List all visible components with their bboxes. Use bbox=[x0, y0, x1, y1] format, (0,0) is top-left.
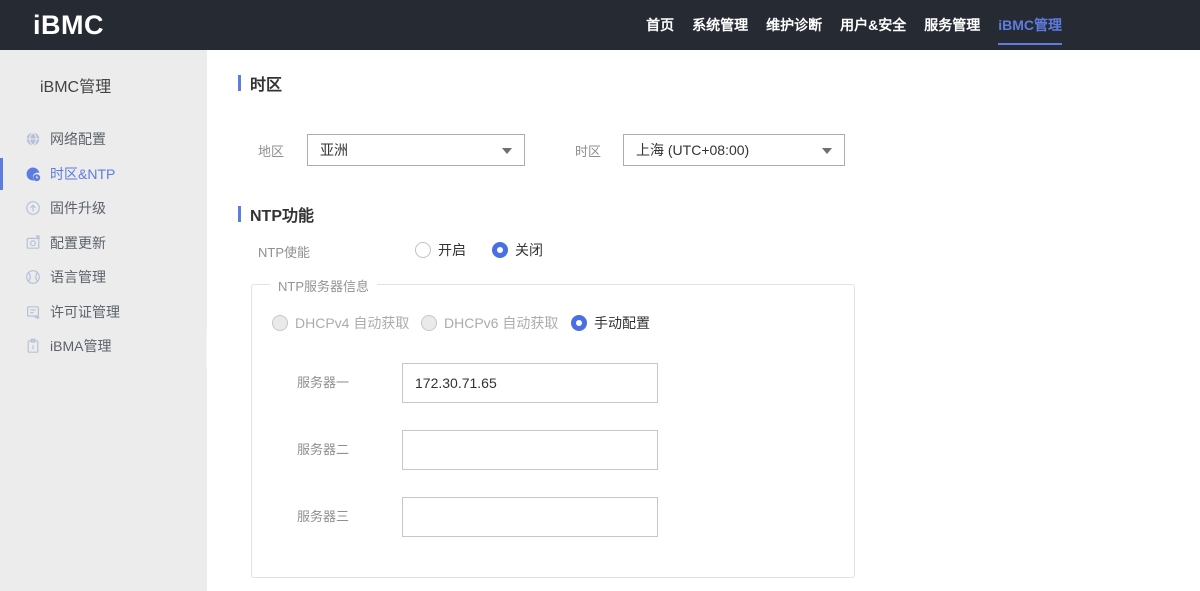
timezone-select[interactable]: 上海 (UTC+08:00) bbox=[623, 134, 845, 166]
top-header: iBMC 首页 系统管理 维护诊断 用户&安全 服务管理 iBMC管理 bbox=[0, 0, 1200, 50]
radio-icon bbox=[272, 315, 288, 331]
server2-label: 服务器二 bbox=[297, 442, 350, 457]
nav-item-user-security[interactable]: 用户&安全 bbox=[840, 0, 906, 50]
radio-icon bbox=[421, 315, 437, 331]
nav-item-ibmc-management[interactable]: iBMC管理 bbox=[998, 0, 1062, 50]
section-title-timezone: 时区 bbox=[238, 71, 282, 95]
sidebar-item-label: 固件升级 bbox=[50, 200, 106, 217]
nav-item-system-management[interactable]: 系统管理 bbox=[692, 0, 748, 50]
radio-label: 手动配置 bbox=[594, 315, 650, 331]
radio-label: DHCPv6 自动获取 bbox=[444, 315, 559, 331]
sidebar-item-firmware-upgrade[interactable]: 固件升级 bbox=[0, 191, 207, 226]
sidebar-item-ibma-management[interactable]: iBMA管理 bbox=[0, 329, 207, 364]
ibma-icon bbox=[27, 339, 39, 354]
page: iBMC 首页 系统管理 维护诊断 用户&安全 服务管理 iBMC管理 iBMC… bbox=[0, 0, 1200, 591]
radio-icon bbox=[415, 242, 431, 258]
radio-manual-config[interactable]: 手动配置 bbox=[571, 313, 650, 333]
ntp-server-group-legend: NTP服务器信息 bbox=[270, 276, 378, 295]
radio-label: 开启 bbox=[438, 242, 466, 258]
sidebar-title: iBMC管理 bbox=[40, 79, 112, 96]
radio-label: DHCPv4 自动获取 bbox=[295, 315, 410, 331]
region-select-value: 亚洲 bbox=[320, 142, 348, 158]
sidebar-item-network-config[interactable]: 网络配置 bbox=[0, 122, 207, 157]
network-icon bbox=[26, 132, 40, 146]
sidebar-item-language-management[interactable]: 语言管理 bbox=[0, 260, 207, 295]
sidebar-item-timezone-ntp[interactable]: 时区&NTP bbox=[0, 157, 207, 192]
firmware-upgrade-icon bbox=[26, 201, 40, 216]
nav-item-home[interactable]: 首页 bbox=[646, 0, 674, 50]
sidebar-item-config-update[interactable]: 配置更新 bbox=[0, 226, 207, 261]
radio-ntp-off[interactable]: 关闭 bbox=[492, 240, 543, 260]
radio-icon bbox=[492, 242, 508, 258]
region-select[interactable]: 亚洲 bbox=[307, 134, 525, 166]
server1-input[interactable] bbox=[402, 363, 658, 403]
server3-input[interactable] bbox=[402, 497, 658, 537]
sidebar-item-label: 时区&NTP bbox=[50, 165, 116, 182]
sidebar-item-license-management[interactable]: 许可证管理 bbox=[0, 295, 207, 330]
caret-down-icon bbox=[502, 148, 512, 154]
radio-dhcpv4-auto[interactable]: DHCPv4 自动获取 bbox=[272, 313, 409, 333]
sidebar: iBMC管理 网络配置 时区&NTP 固件升级 配置更新 语言管理 许可证管理 … bbox=[0, 50, 207, 591]
sidebar-item-label: 语言管理 bbox=[50, 269, 106, 286]
ntp-server-group: NTP服务器信息 DHCPv4 自动获取 DHCPv6 自动获取 手动配置 服务… bbox=[251, 276, 855, 578]
nav-item-maintenance-diagnosis[interactable]: 维护诊断 bbox=[766, 0, 822, 50]
radio-label: 关闭 bbox=[515, 242, 543, 258]
language-icon bbox=[26, 270, 40, 285]
server3-label: 服务器三 bbox=[297, 509, 350, 524]
radio-ntp-on[interactable]: 开启 bbox=[415, 240, 466, 260]
timezone-select-value: 上海 (UTC+08:00) bbox=[636, 142, 750, 158]
radio-icon bbox=[571, 315, 587, 331]
section-title-ntp: NTP功能 bbox=[238, 202, 314, 226]
license-icon bbox=[26, 305, 40, 320]
server1-label: 服务器一 bbox=[297, 375, 350, 390]
config-update-icon bbox=[26, 235, 40, 249]
sidebar-menu: 网络配置 时区&NTP 固件升级 配置更新 语言管理 许可证管理 iBMA管理 bbox=[0, 122, 207, 364]
main-content: 时区 地区 亚洲 时区 上海 (UTC+08:00) NTP功能 NTP使能 开… bbox=[207, 50, 1200, 591]
sidebar-item-label: 配置更新 bbox=[50, 234, 106, 251]
sidebar-item-label: 许可证管理 bbox=[50, 303, 120, 320]
top-nav: 首页 系统管理 维护诊断 用户&安全 服务管理 iBMC管理 bbox=[646, 0, 1062, 50]
sidebar-item-label: iBMA管理 bbox=[50, 338, 112, 355]
caret-down-icon bbox=[822, 148, 832, 154]
app-logo: iBMC bbox=[33, 9, 104, 40]
timezone-label: 时区 bbox=[575, 144, 602, 159]
timezone-ntp-icon bbox=[26, 167, 41, 181]
region-label: 地区 bbox=[258, 144, 285, 159]
server2-input[interactable] bbox=[402, 430, 658, 470]
radio-dhcpv6-auto[interactable]: DHCPv6 自动获取 bbox=[421, 313, 558, 333]
ntp-enable-label: NTP使能 bbox=[258, 245, 311, 260]
nav-item-service-management[interactable]: 服务管理 bbox=[924, 0, 980, 50]
sidebar-item-label: 网络配置 bbox=[50, 131, 106, 148]
